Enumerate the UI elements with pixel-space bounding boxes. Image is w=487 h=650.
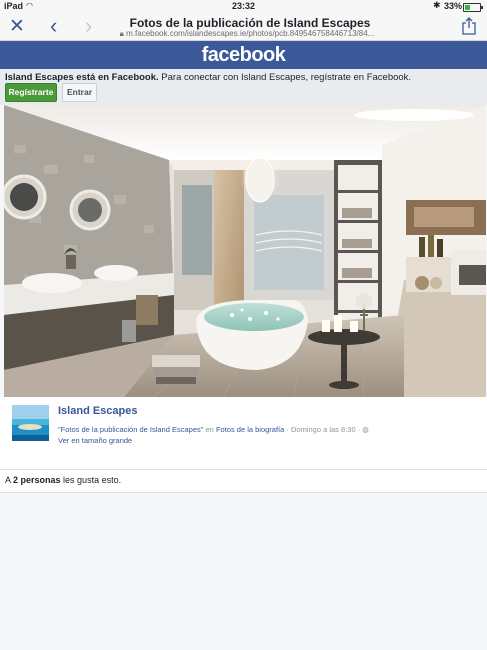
- bathroom-photo: [4, 105, 486, 397]
- signup-banner: Island Escapes está en Facebook. Para co…: [0, 69, 487, 105]
- bluetooth-icon: ✱: [433, 0, 441, 10]
- battery-icon: [463, 3, 483, 12]
- url-text: m.facebook.com/islandescapes.ie/photos/p…: [126, 29, 375, 38]
- caption-link[interactable]: "Fotos de la publicación de Island Escap…: [58, 425, 203, 434]
- share-icon[interactable]: [462, 17, 476, 35]
- forward-icon[interactable]: ›: [85, 13, 92, 39]
- page-name-link[interactable]: Island Escapes: [58, 405, 138, 417]
- facebook-logo[interactable]: facebook: [202, 44, 286, 66]
- signup-text: Island Escapes está en Facebook. Para co…: [5, 72, 412, 83]
- album-link[interactable]: Fotos de la biografía: [216, 425, 284, 434]
- page-avatar[interactable]: [12, 405, 49, 441]
- likes-text[interactable]: A 2 personas les gusta esto.: [5, 475, 121, 485]
- browser-navbar: ✕ ‹ › Fotos de la publicación de Island …: [0, 13, 487, 41]
- post-caption: "Fotos de la publicación de Island Escap…: [58, 425, 369, 434]
- clock: 23:32: [231, 1, 256, 11]
- url-bar[interactable]: 🔒︎ m.facebook.com/islandescapes.ie/photo…: [112, 29, 382, 39]
- battery-percent: 33%: [444, 1, 463, 11]
- page-title: Fotos de la publicación de Island Escape…: [129, 16, 371, 30]
- status-bar: iPad ◠ 23:32 ✱ 33%: [0, 0, 487, 13]
- globe-icon: ◍: [362, 425, 369, 434]
- login-button[interactable]: Entrar: [62, 83, 97, 102]
- likes-bar: A 2 personas les gusta esto.: [0, 470, 487, 493]
- close-icon[interactable]: ✕: [9, 15, 25, 38]
- post-card: Island Escapes "Fotos de la publicación …: [0, 397, 487, 470]
- register-button[interactable]: Regístrarte: [5, 83, 57, 102]
- post-timestamp: · Domingo a las 8:30 ·: [284, 425, 363, 434]
- facebook-header: facebook: [0, 41, 487, 69]
- view-larger-link[interactable]: Ver en tamaño grande: [58, 436, 132, 445]
- island-thumbnail: [12, 405, 49, 441]
- back-icon[interactable]: ‹: [50, 13, 57, 39]
- post-photo[interactable]: [4, 105, 486, 397]
